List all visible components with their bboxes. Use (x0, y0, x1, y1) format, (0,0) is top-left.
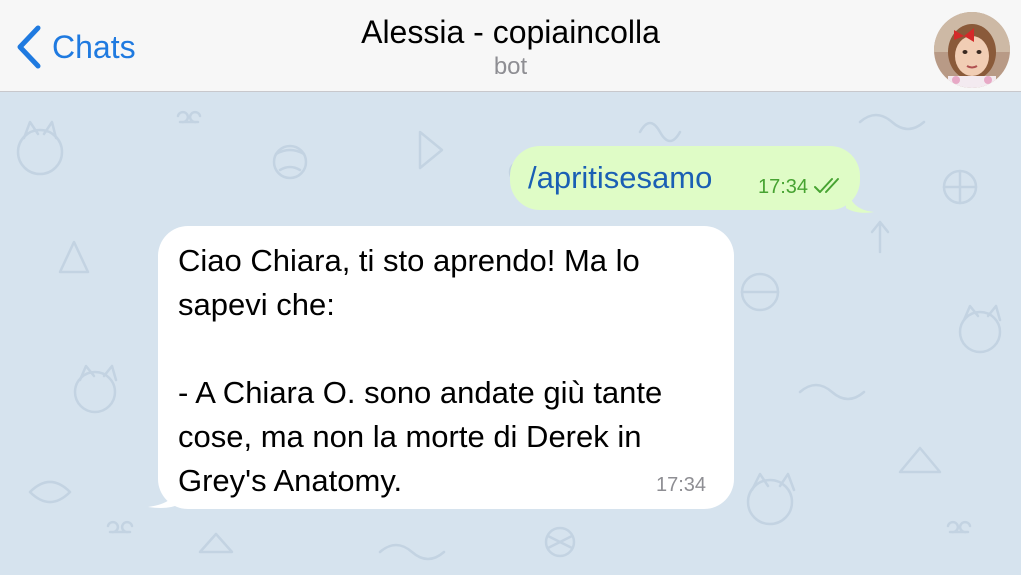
double-check-icon (814, 178, 839, 193)
avatar-image (934, 12, 1010, 88)
incoming-message[interactable]: Ciao Chiara, ti sto aprendo! Ma lo sapev… (158, 226, 734, 509)
chat-title-area[interactable]: Alessia - copiaincolla bot (0, 12, 1021, 82)
chat-subtitle: bot (493, 53, 528, 80)
chat-title[interactable]: Alessia - copiaincolla (0, 12, 1021, 52)
navigation-bar: Chats Alessia - copiaincolla bot (0, 0, 1021, 92)
avatar[interactable] (934, 12, 1010, 88)
message-text: /apritisesamo (528, 160, 713, 195)
message-time: 17:34 (656, 474, 707, 496)
message-time: 17:34 (758, 176, 809, 198)
outgoing-message[interactable]: /apritisesamo 17:34 (510, 146, 860, 210)
message-text: Ciao Chiara, ti sto aprendo! Ma lo sapev… (178, 243, 663, 498)
